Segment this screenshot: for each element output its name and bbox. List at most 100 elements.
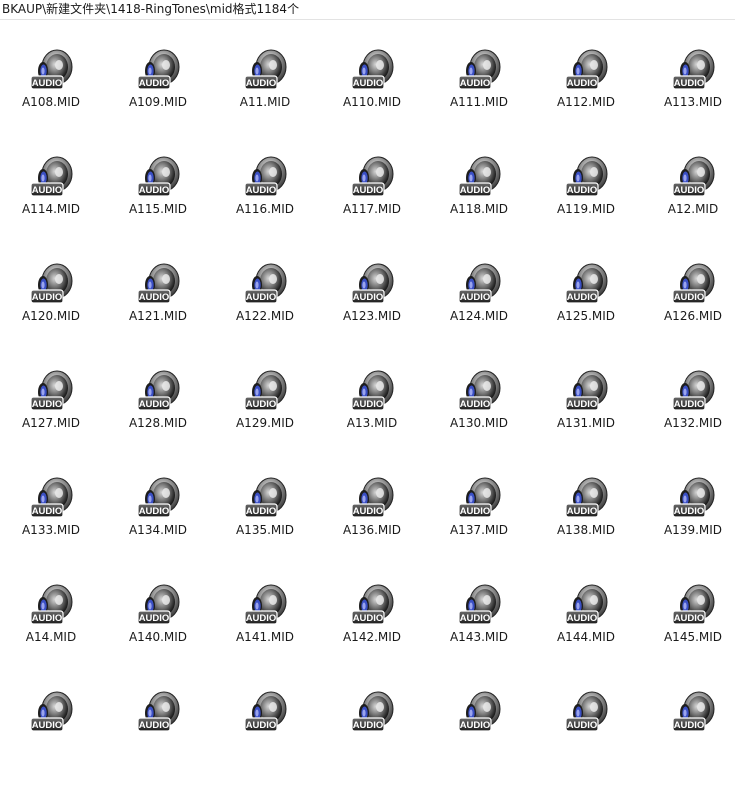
audio-file-icon: AUDIO: [243, 154, 289, 200]
audio-file-icon: AUDIO: [136, 47, 182, 93]
file-item[interactable]: AUDIO A123.MID: [323, 261, 421, 361]
file-item[interactable]: AUDIO: [537, 689, 635, 789]
file-item[interactable]: AUDIO A137.MID: [430, 475, 528, 575]
audio-badge-text: AUDIO: [32, 720, 63, 731]
audio-file-icon: AUDIO: [29, 261, 75, 307]
audio-badge-text: AUDIO: [567, 613, 598, 624]
file-item[interactable]: AUDIO A112.MID: [537, 47, 635, 147]
file-item[interactable]: AUDIO A132.MID: [644, 368, 735, 468]
file-item[interactable]: AUDIO A135.MID: [216, 475, 314, 575]
file-item[interactable]: AUDIO A113.MID: [644, 47, 735, 147]
file-item[interactable]: AUDIO A121.MID: [109, 261, 207, 361]
audio-badge-text: AUDIO: [674, 78, 705, 89]
file-item[interactable]: AUDIO A136.MID: [323, 475, 421, 575]
file-item[interactable]: AUDIO A131.MID: [537, 368, 635, 468]
file-item[interactable]: AUDIO A143.MID: [430, 582, 528, 682]
audio-file-icon: AUDIO: [457, 47, 503, 93]
file-item[interactable]: AUDIO A140.MID: [109, 582, 207, 682]
audio-file-icon: AUDIO: [350, 582, 396, 628]
file-item[interactable]: AUDIO A13.MID: [323, 368, 421, 468]
file-item[interactable]: AUDIO A130.MID: [430, 368, 528, 468]
audio-file-icon: AUDIO: [671, 261, 717, 307]
file-item[interactable]: AUDIO A14.MID: [2, 582, 100, 682]
audio-file-icon: AUDIO: [136, 154, 182, 200]
file-item[interactable]: AUDIO A119.MID: [537, 154, 635, 254]
audio-file-icon: AUDIO: [671, 475, 717, 521]
audio-badge-text: AUDIO: [674, 613, 705, 624]
audio-badge-text: AUDIO: [674, 292, 705, 303]
audio-file-icon: AUDIO: [457, 261, 503, 307]
file-item[interactable]: AUDIO A133.MID: [2, 475, 100, 575]
file-item[interactable]: AUDIO A116.MID: [216, 154, 314, 254]
audio-badge-text: AUDIO: [674, 399, 705, 410]
file-name: A138.MID: [556, 523, 616, 537]
audio-badge-text: AUDIO: [246, 292, 277, 303]
file-item[interactable]: AUDIO A109.MID: [109, 47, 207, 147]
file-name: A120.MID: [21, 309, 81, 323]
file-item[interactable]: AUDIO A129.MID: [216, 368, 314, 468]
audio-file-icon: AUDIO: [243, 261, 289, 307]
file-item[interactable]: AUDIO A134.MID: [109, 475, 207, 575]
audio-file-icon: AUDIO: [671, 154, 717, 200]
file-name: A140.MID: [128, 630, 188, 644]
file-item[interactable]: AUDIO A127.MID: [2, 368, 100, 468]
file-item[interactable]: AUDIO: [216, 689, 314, 789]
file-item[interactable]: AUDIO A118.MID: [430, 154, 528, 254]
file-item[interactable]: AUDIO A145.MID: [644, 582, 735, 682]
file-name: A108.MID: [21, 95, 81, 109]
file-item[interactable]: AUDIO A144.MID: [537, 582, 635, 682]
file-item[interactable]: AUDIO A11.MID: [216, 47, 314, 147]
file-item[interactable]: AUDIO A122.MID: [216, 261, 314, 361]
file-item[interactable]: AUDIO A120.MID: [2, 261, 100, 361]
audio-file-icon: AUDIO: [457, 582, 503, 628]
file-item[interactable]: AUDIO A125.MID: [537, 261, 635, 361]
audio-badge-text: AUDIO: [460, 292, 491, 303]
audio-badge-text: AUDIO: [246, 506, 277, 517]
audio-file-icon: AUDIO: [136, 475, 182, 521]
file-item[interactable]: AUDIO: [2, 689, 100, 789]
audio-file-icon: AUDIO: [564, 368, 610, 414]
audio-file-icon: AUDIO: [350, 261, 396, 307]
file-name: A123.MID: [342, 309, 402, 323]
file-item[interactable]: AUDIO A117.MID: [323, 154, 421, 254]
file-item[interactable]: AUDIO A110.MID: [323, 47, 421, 147]
audio-badge-text: AUDIO: [353, 78, 384, 89]
audio-badge-text: AUDIO: [353, 399, 384, 410]
file-item[interactable]: AUDIO: [109, 689, 207, 789]
audio-file-icon: AUDIO: [564, 261, 610, 307]
file-name: A136.MID: [342, 523, 402, 537]
audio-badge-text: AUDIO: [246, 613, 277, 624]
file-name: A111.MID: [449, 95, 509, 109]
file-name: A139.MID: [663, 523, 723, 537]
file-item[interactable]: AUDIO A128.MID: [109, 368, 207, 468]
audio-file-icon: AUDIO: [457, 368, 503, 414]
file-name: A131.MID: [556, 416, 616, 430]
audio-file-icon: AUDIO: [136, 582, 182, 628]
audio-file-icon: AUDIO: [564, 689, 610, 735]
audio-badge-text: AUDIO: [139, 292, 170, 303]
address-bar[interactable]: BKAUP\新建文件夹\1418-RingTones\mid格式1184个: [0, 0, 735, 20]
file-name: A115.MID: [128, 202, 188, 216]
file-item[interactable]: AUDIO A126.MID: [644, 261, 735, 361]
file-item[interactable]: AUDIO: [430, 689, 528, 789]
file-name: A118.MID: [449, 202, 509, 216]
file-item[interactable]: AUDIO: [644, 689, 735, 789]
file-item[interactable]: AUDIO A138.MID: [537, 475, 635, 575]
file-item[interactable]: AUDIO A111.MID: [430, 47, 528, 147]
audio-badge-text: AUDIO: [460, 399, 491, 410]
file-item[interactable]: AUDIO A142.MID: [323, 582, 421, 682]
file-name: A13.MID: [346, 416, 398, 430]
file-item[interactable]: AUDIO A141.MID: [216, 582, 314, 682]
audio-file-icon: AUDIO: [136, 368, 182, 414]
file-item[interactable]: AUDIO A114.MID: [2, 154, 100, 254]
audio-file-icon: AUDIO: [457, 475, 503, 521]
file-name: A126.MID: [663, 309, 723, 323]
file-item[interactable]: AUDIO A108.MID: [2, 47, 100, 147]
file-item[interactable]: AUDIO: [323, 689, 421, 789]
file-name: A134.MID: [128, 523, 188, 537]
file-item[interactable]: AUDIO A115.MID: [109, 154, 207, 254]
audio-file-icon: AUDIO: [243, 582, 289, 628]
file-item[interactable]: AUDIO A139.MID: [644, 475, 735, 575]
file-item[interactable]: AUDIO A124.MID: [430, 261, 528, 361]
file-item[interactable]: AUDIO A12.MID: [644, 154, 735, 254]
